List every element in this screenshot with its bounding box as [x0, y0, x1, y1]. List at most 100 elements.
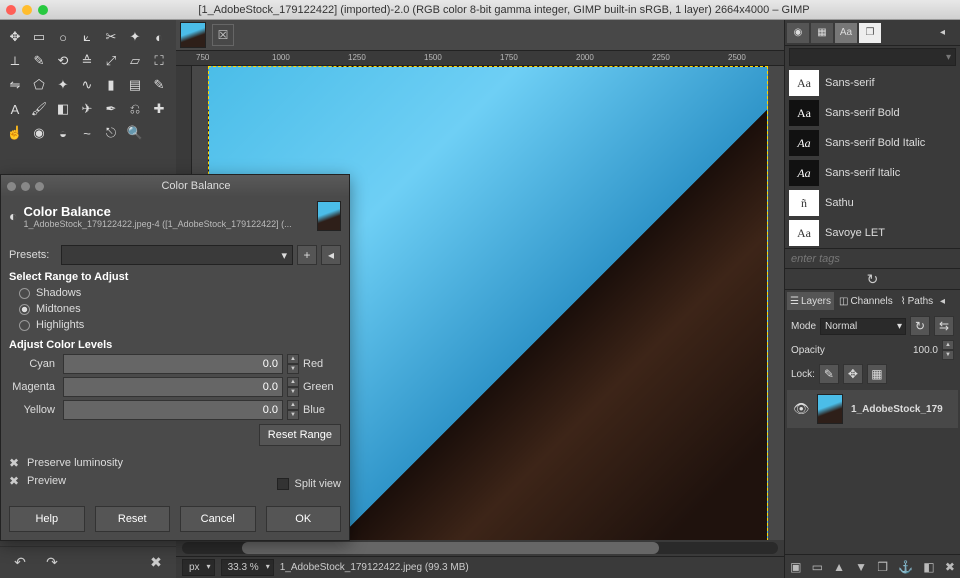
redo-icon[interactable]: ↷ [42, 553, 62, 573]
font-item[interactable]: ñSathu [787, 188, 958, 218]
lock-pixels-icon[interactable]: ✎ [819, 364, 839, 384]
paintbrush-tool-icon[interactable]: 🖌 [28, 98, 50, 120]
dodge-tool-icon[interactable]: ◒ [52, 122, 74, 144]
heal-tool-icon[interactable]: ✚ [148, 98, 170, 120]
font-item[interactable]: AaSavoye LET [787, 218, 958, 248]
delete-layer-icon[interactable]: ✖ [945, 560, 955, 574]
path-tool-icon[interactable]: ~ [76, 122, 98, 144]
channels-tab[interactable]: ◫Channels [836, 292, 896, 310]
radio-shadows[interactable]: Shadows [9, 285, 341, 301]
tags-input[interactable]: enter tags [785, 248, 960, 268]
reset-range-button[interactable]: Reset Range [259, 424, 341, 446]
unified-tool-icon[interactable]: ✦ [52, 74, 74, 96]
crop-tool-icon[interactable]: ⟂ [4, 50, 26, 72]
measure-tool-icon[interactable]: ≙ [76, 50, 98, 72]
lock-position-icon[interactable]: ✥ [843, 364, 863, 384]
dock-menu-icon[interactable]: ◂ [940, 27, 958, 38]
radio-highlights[interactable]: Highlights [9, 317, 341, 333]
lock-alpha-icon[interactable]: ▦ [867, 364, 887, 384]
fonts-tab-icon[interactable]: Aa [835, 23, 857, 43]
delete-icon[interactable]: ✖ [146, 553, 166, 573]
bucket-tool-icon[interactable]: ▮ [100, 74, 122, 96]
cancel-button[interactable]: Cancel [180, 506, 256, 532]
layers-dock-menu-icon[interactable]: ◂ [940, 296, 958, 307]
dialog-minimize-icon[interactable] [21, 182, 30, 191]
by-color-select-tool-icon[interactable]: ◐ [148, 26, 170, 48]
slider-spinner[interactable]: ▲▼ [287, 354, 299, 374]
mode-switch-icon[interactable]: ⇆ [934, 316, 954, 336]
image-tab-close-icon[interactable]: ☒ [212, 24, 234, 46]
slider-track[interactable]: 0.0 [63, 400, 283, 420]
zoom-dot[interactable] [38, 5, 48, 15]
presets-select[interactable] [61, 245, 293, 265]
minimize-dot[interactable] [22, 5, 32, 15]
ellipse-select-tool-icon[interactable]: ○ [52, 26, 74, 48]
horizontal-scrollbar[interactable] [176, 540, 784, 556]
slider-spinner[interactable]: ▲▼ [287, 377, 299, 397]
font-filter-input[interactable] [789, 48, 956, 66]
color-picker-tool-icon[interactable]: ⎋ [100, 122, 122, 144]
gradient-tool-icon[interactable]: ▤ [124, 74, 146, 96]
layer-group-icon[interactable]: ▭ [812, 560, 823, 574]
font-item[interactable]: AaSans-serif Bold [787, 98, 958, 128]
slider-spinner[interactable]: ▲▼ [287, 400, 299, 420]
history-tab-icon[interactable]: ❐ [859, 23, 881, 43]
close-dot[interactable] [6, 5, 16, 15]
free-select-tool-icon[interactable]: ⟀ [76, 26, 98, 48]
slider-track[interactable]: 0.0 [63, 354, 283, 374]
patterns-tab-icon[interactable]: ▦ [811, 23, 833, 43]
fuzzy-select-tool-icon[interactable]: ✦ [124, 26, 146, 48]
preserve-luminosity-toggle[interactable]: ✖Preserve luminosity [9, 454, 341, 472]
mode-toggle-icon[interactable]: ↻ [910, 316, 930, 336]
flip-tool-icon[interactable]: ⇋ [4, 74, 26, 96]
zoom-tool-icon[interactable]: 🔍 [124, 122, 146, 144]
blend-mode-select[interactable]: Normal [820, 318, 906, 335]
scale-tool-icon[interactable]: ⤢ [100, 50, 122, 72]
raise-layer-icon[interactable]: ▲ [833, 560, 845, 574]
unit-select[interactable]: px [182, 559, 215, 576]
rotate-tool-icon[interactable]: ⟲ [52, 50, 74, 72]
paths-tab[interactable]: ⌇Paths [898, 292, 936, 310]
scissors-tool-icon[interactable]: ✂ [100, 26, 122, 48]
mask-layer-icon[interactable]: ◧ [923, 560, 934, 574]
text-tool-icon[interactable]: A [4, 98, 26, 120]
blur-tool-icon[interactable]: ◉ [28, 122, 50, 144]
dialog-titlebar[interactable]: Color Balance [1, 175, 349, 197]
preset-add-icon[interactable]: + [297, 245, 317, 265]
lower-layer-icon[interactable]: ▼ [855, 560, 867, 574]
eraser-tool-icon[interactable]: ◧ [52, 98, 74, 120]
zoom-select[interactable]: 33.3 % [221, 559, 274, 576]
perspective-tool-icon[interactable]: ⛶ [148, 50, 170, 72]
split-view-checkbox[interactable] [277, 478, 289, 490]
clone-tool-icon[interactable]: ⎌ [124, 98, 146, 120]
airbrush-tool-icon[interactable]: ✈ [76, 98, 98, 120]
rect-select-tool-icon[interactable]: ▭ [28, 26, 50, 48]
preview-toggle[interactable]: ✖Preview [9, 472, 66, 490]
opacity-spinner[interactable]: ▲▼ [942, 340, 954, 360]
duplicate-layer-icon[interactable]: ❐ [877, 560, 888, 574]
radio-midtones[interactable]: Midtones [9, 301, 341, 317]
font-item[interactable]: AaSans-serif [787, 68, 958, 98]
layer-row[interactable]: 👁 1_AdobeStock_179 [787, 390, 958, 428]
font-item[interactable]: AaSans-serif Italic [787, 158, 958, 188]
layer-visibility-icon[interactable]: 👁 [793, 401, 809, 417]
smudge-tool-icon[interactable]: ☝ [4, 122, 26, 144]
pencil-tool-icon[interactable]: ✎ [148, 74, 170, 96]
new-layer-icon[interactable]: ▣ [790, 560, 801, 574]
layers-tab[interactable]: ☰Layers [787, 292, 834, 310]
reset-button[interactable]: Reset [95, 506, 171, 532]
ok-button[interactable]: OK [266, 506, 342, 532]
warp-tool-icon[interactable]: ∿ [76, 74, 98, 96]
refresh-fonts-icon[interactable]: ↻ [785, 268, 960, 290]
cage-tool-icon[interactable]: ⬠ [28, 74, 50, 96]
wand-tool-icon[interactable]: ✎ [28, 50, 50, 72]
font-item[interactable]: AaSans-serif Bold Italic [787, 128, 958, 158]
ink-tool-icon[interactable]: ✒ [100, 98, 122, 120]
image-tab-thumb[interactable] [180, 22, 206, 48]
preset-menu-icon[interactable]: ◂ [321, 245, 341, 265]
brushes-tab-icon[interactable]: ◉ [787, 23, 809, 43]
dialog-close-icon[interactable] [7, 182, 16, 191]
merge-layer-icon[interactable]: ⚓ [898, 560, 913, 574]
shear-tool-icon[interactable]: ▱ [124, 50, 146, 72]
undo-history-icon[interactable]: ↶ [10, 553, 30, 573]
